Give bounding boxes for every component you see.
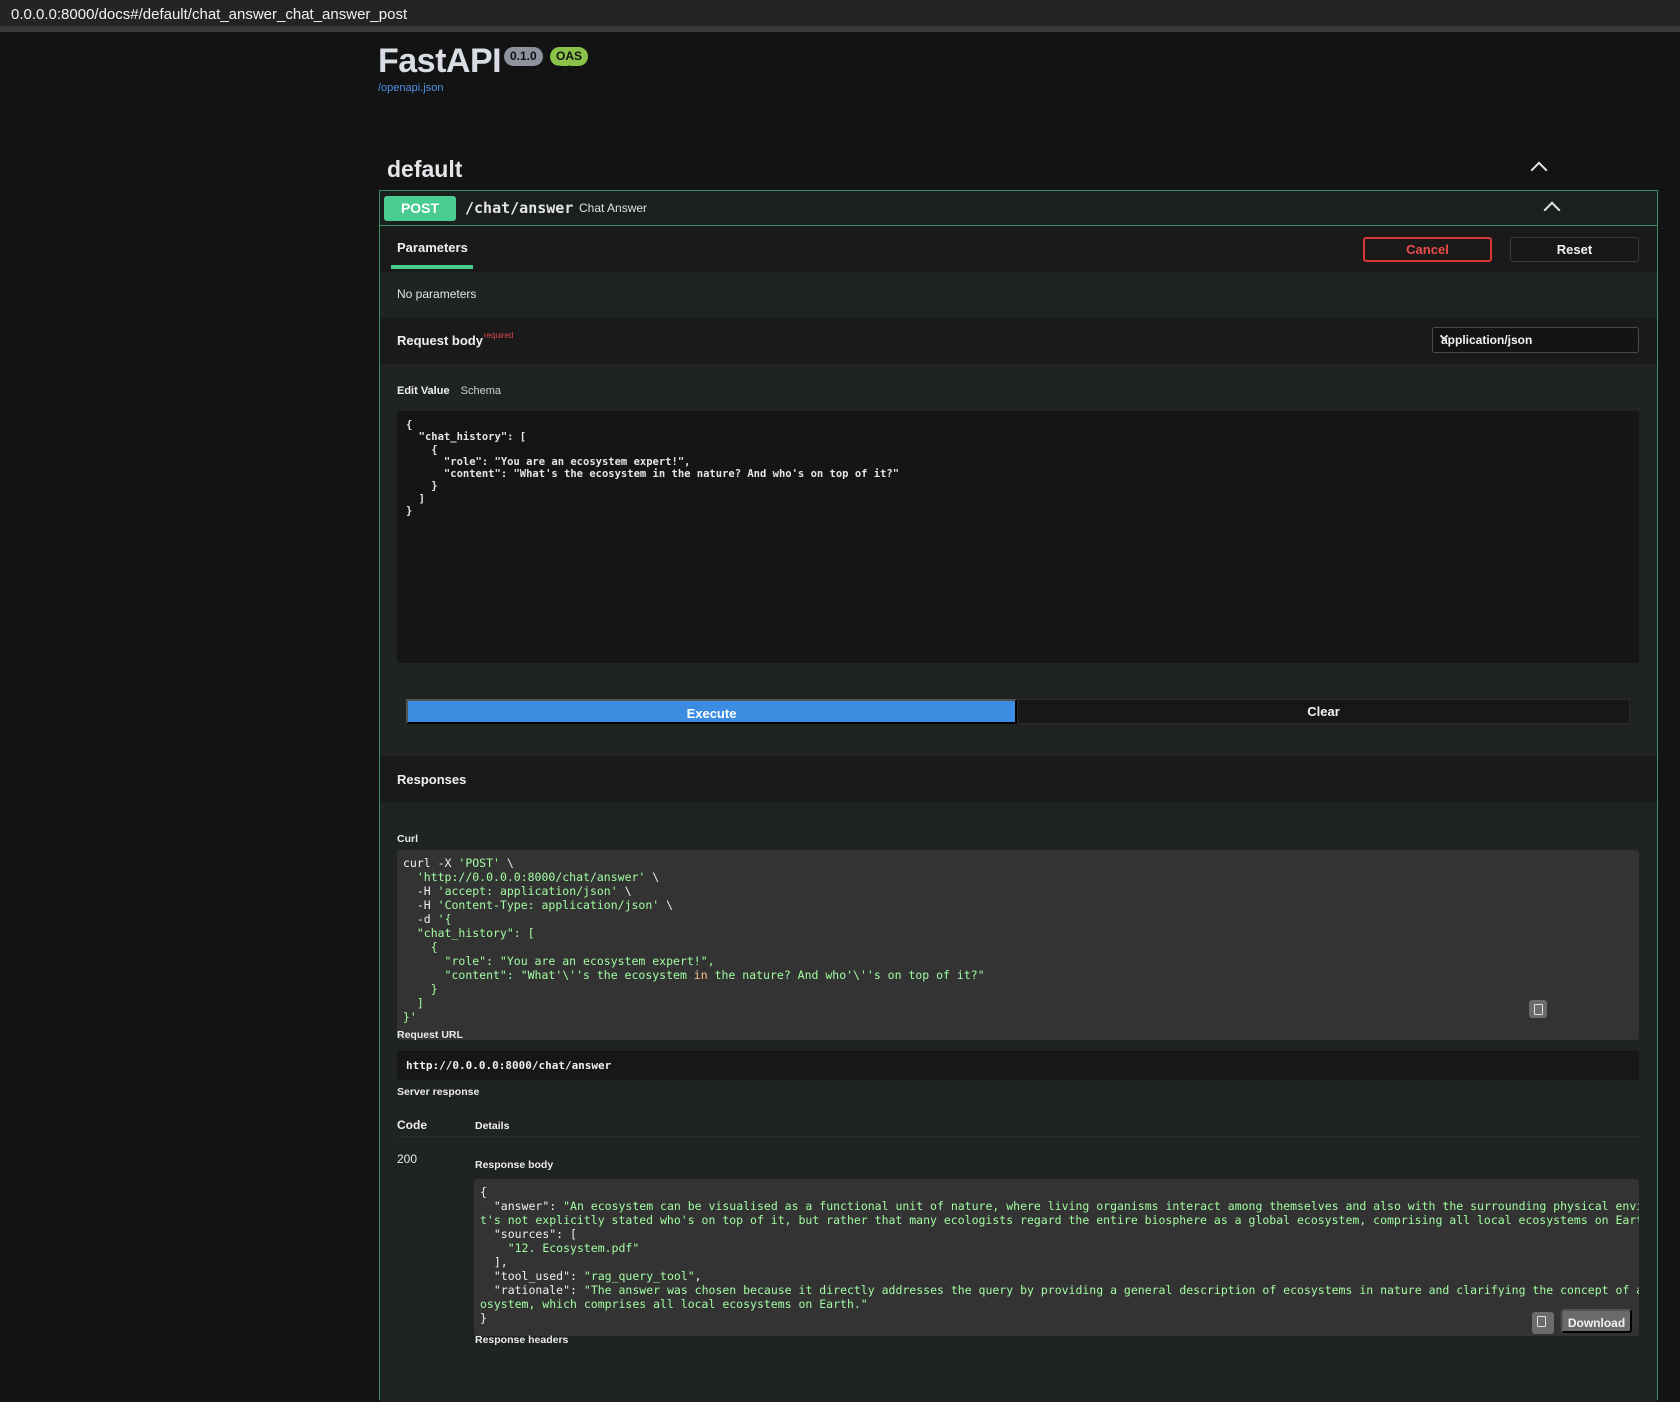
copy-icon[interactable] bbox=[1529, 1000, 1547, 1018]
execute-button[interactable]: Execute bbox=[406, 699, 1017, 724]
tab-schema[interactable]: Schema bbox=[461, 385, 501, 397]
tab-parameters[interactable]: Parameters bbox=[397, 240, 468, 255]
operation-summary[interactable]: POST /chat/answer Chat Answer bbox=[380, 191, 1657, 226]
edit-tabs: Edit Value Schema bbox=[397, 385, 501, 397]
reset-button[interactable]: Reset bbox=[1510, 237, 1639, 262]
request-body-label: Request body bbox=[397, 333, 483, 348]
response-headers-label: Response headers bbox=[475, 1334, 569, 1346]
app-title: FastAPI bbox=[378, 42, 502, 80]
operation-description: Chat Answer bbox=[579, 201, 648, 215]
curl-label: Curl bbox=[397, 833, 418, 845]
chevron-up-icon[interactable] bbox=[1530, 161, 1548, 179]
request-url-value: http://0.0.0.0:8000/chat/answer bbox=[397, 1051, 1639, 1080]
browser-url-bar[interactable]: 0.0.0.0:8000/docs#/default/chat_answer_c… bbox=[0, 0, 1680, 32]
request-body-header: Request body required application/json bbox=[380, 318, 1657, 364]
required-marker: required bbox=[484, 331, 514, 340]
cancel-button[interactable]: Cancel bbox=[1363, 237, 1492, 262]
api-title-row: FastAPI 0.1.0 OAS 3.1 bbox=[378, 42, 589, 82]
server-response-label: Server response bbox=[397, 1086, 480, 1098]
parameters-tab-row: Parameters Cancel Reset bbox=[380, 226, 1657, 272]
code-column-header: Code bbox=[397, 1118, 427, 1132]
request-body-textarea[interactable]: { "chat_history": [ { "role": "You are a… bbox=[397, 411, 1639, 663]
responses-title: Responses bbox=[397, 772, 467, 787]
tab-edit-value[interactable]: Edit Value bbox=[397, 385, 450, 397]
no-parameters-text: No parameters bbox=[397, 287, 477, 301]
responses-panel: Curl curl -X 'POST' \ 'http://0.0.0.0:80… bbox=[380, 802, 1657, 1402]
section-title: default bbox=[387, 156, 463, 182]
content-type-value: application/json bbox=[1441, 333, 1533, 347]
operation-block: POST /chat/answer Chat Answer Parameters… bbox=[379, 190, 1658, 1402]
url-text[interactable]: 0.0.0.0:8000/docs#/default/chat_answer_c… bbox=[11, 6, 407, 23]
content-type-select[interactable]: application/json bbox=[1432, 327, 1639, 353]
download-button[interactable]: Download bbox=[1561, 1309, 1632, 1333]
responses-header: Responses bbox=[380, 756, 1657, 802]
operation-path: /chat/answer bbox=[465, 199, 574, 217]
oas-badge: OAS 3.1 bbox=[550, 47, 589, 77]
status-code: 200 bbox=[397, 1152, 418, 1166]
version-badge: 0.1.0 bbox=[504, 47, 543, 66]
parameters-panel: No parameters bbox=[380, 272, 1657, 318]
chevron-up-icon[interactable] bbox=[1543, 201, 1561, 219]
curl-code-block[interactable]: curl -X 'POST' \ 'http://0.0.0.0:8000/ch… bbox=[397, 850, 1639, 1040]
tab-underline bbox=[391, 265, 473, 269]
table-divider bbox=[397, 1136, 1639, 1137]
tag-section-header[interactable]: default bbox=[378, 144, 1658, 194]
response-body-label: Response body bbox=[475, 1159, 554, 1171]
request-url-label: Request URL bbox=[397, 1029, 463, 1041]
details-column-header: Details bbox=[475, 1120, 510, 1132]
request-body-editor-area: Edit Value Schema { "chat_history": [ { … bbox=[380, 364, 1657, 756]
copy-icon[interactable] bbox=[1532, 1312, 1554, 1334]
method-badge: POST bbox=[384, 196, 456, 221]
openapi-json-link[interactable]: /openapi.json bbox=[378, 82, 443, 94]
response-body-code-block[interactable]: { "answer": "An ecosystem can be visuali… bbox=[474, 1179, 1639, 1336]
clear-button[interactable]: Clear bbox=[1017, 699, 1630, 724]
